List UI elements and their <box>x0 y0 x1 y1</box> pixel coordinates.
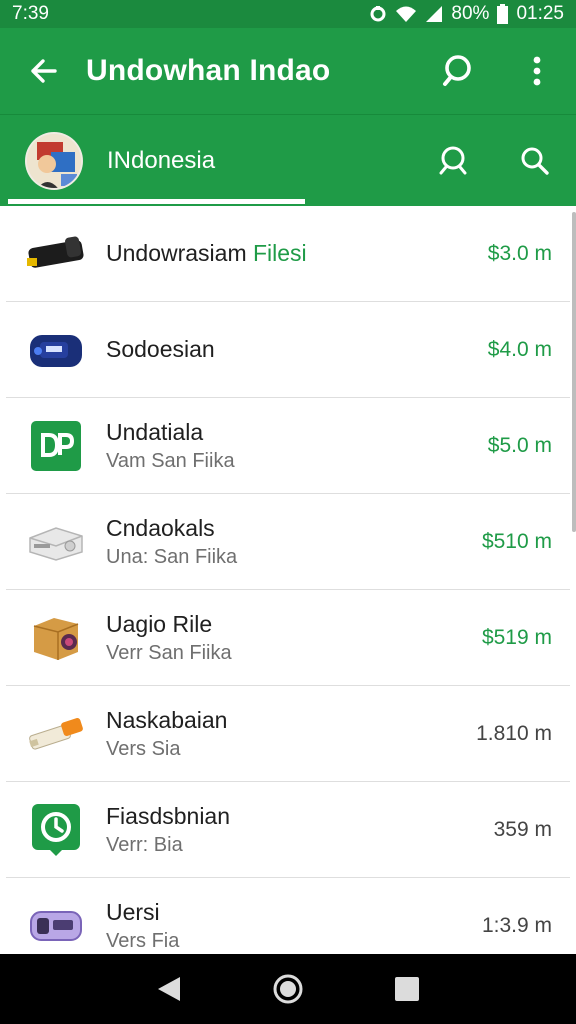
list-item[interactable]: Fiasdsbnian Verr: Bia 359 m <box>6 782 570 878</box>
battery-percent: 80% <box>451 3 490 24</box>
search-icon <box>443 55 471 86</box>
status-clock-right: 01:25 <box>516 3 564 24</box>
square-recents-icon <box>394 977 419 1001</box>
item-name: Uersi <box>106 898 160 925</box>
item-price: $5.0 m <box>487 433 552 457</box>
item-subtitle: Vam San Fiika <box>106 449 235 472</box>
item-subtitle: Verr: Bia <box>106 833 183 856</box>
purple-gadget-icon <box>6 906 106 946</box>
camera-box-icon <box>6 612 106 664</box>
item-name: Sodoesian <box>106 336 215 362</box>
list-item[interactable]: Uagio Rile Verr San Fiika $519 m <box>6 590 570 686</box>
triangle-back-icon <box>158 977 181 1001</box>
nav-back-button[interactable] <box>145 965 193 1013</box>
status-time: 7:39 <box>12 3 49 24</box>
item-price: 359 m <box>493 817 552 841</box>
list-item[interactable]: Sodoesian $4.0 m <box>6 302 570 398</box>
blue-gadget-icon <box>6 329 106 371</box>
item-name: Cndaokals <box>106 514 215 541</box>
nav-home-button[interactable] <box>264 965 312 1013</box>
item-name: Undatiala <box>106 418 204 445</box>
scrollbar[interactable] <box>572 212 576 532</box>
item-subtitle: Vers Sia <box>106 737 181 760</box>
item-price: $519 m <box>481 625 552 649</box>
item-price: 1.810 m <box>476 721 552 745</box>
item-name: Uagio Rile <box>106 610 213 637</box>
list-item[interactable]: Uersi Vers Fia 1:3.9 m <box>6 878 570 954</box>
list-item[interactable]: Cndaokals Una: San Fiika $510 m <box>6 494 570 590</box>
signal-icon <box>426 6 443 22</box>
item-subtitle: Una: San Fiika <box>106 545 238 568</box>
search-button-secondary[interactable] <box>412 115 494 207</box>
item-name: Undowrasiam <box>106 240 247 266</box>
status-bar: 7:39 80% 01:25 <box>0 0 576 28</box>
item-price: $3.0 m <box>487 241 552 265</box>
item-name: Fiasdsbnian <box>106 802 231 829</box>
country-label: INdonesia <box>107 146 216 174</box>
item-name: Naskabaian <box>106 706 228 733</box>
search-icon <box>521 147 549 175</box>
page-title: Undowhan Indao <box>86 54 331 87</box>
item-price: $4.0 m <box>487 337 552 361</box>
search-icon <box>439 146 467 174</box>
list-item[interactable]: Undatiala Vam San Fiika $5.0 m <box>6 398 570 494</box>
item-price: 1:3.9 m <box>481 913 552 937</box>
circle-home-icon <box>273 974 303 1004</box>
list-item[interactable]: Undowrasiam Filesi $3.0 m <box>6 206 570 302</box>
back-button[interactable] <box>0 28 86 114</box>
sync-icon <box>370 6 386 22</box>
overflow-menu-button[interactable] <box>498 28 576 114</box>
green-clock-app-icon <box>6 802 106 858</box>
wifi-icon <box>396 6 417 22</box>
battery-icon <box>497 4 509 24</box>
more-vert-icon <box>533 56 541 86</box>
green-dp-app-icon <box>6 420 106 471</box>
system-nav-bar <box>0 954 576 1024</box>
avatar-illustration-icon <box>27 133 81 188</box>
usb-stick-icon <box>6 714 106 754</box>
item-price: $510 m <box>481 529 552 553</box>
avatar[interactable] <box>25 131 83 190</box>
item-subtitle: Verr San Fiika <box>106 641 232 664</box>
app-bar: Undowhan Indao <box>0 28 576 114</box>
arrow-back-icon <box>31 59 57 83</box>
dark-device-icon <box>6 234 106 274</box>
nav-recents-button[interactable] <box>383 965 431 1013</box>
white-box-device-icon <box>6 520 106 564</box>
list-item[interactable]: Naskabaian Vers Sia 1.810 m <box>6 686 570 782</box>
item-name-accent: Filesi <box>253 240 307 266</box>
item-list: Undowrasiam Filesi $3.0 m Sodoesian $4.0… <box>6 206 570 954</box>
country-bar: INdonesia <box>0 114 576 206</box>
search-button-tertiary[interactable] <box>494 115 576 207</box>
item-subtitle: Vers Fia <box>106 929 180 952</box>
tab-indicator <box>8 199 305 204</box>
search-button[interactable] <box>420 28 498 114</box>
